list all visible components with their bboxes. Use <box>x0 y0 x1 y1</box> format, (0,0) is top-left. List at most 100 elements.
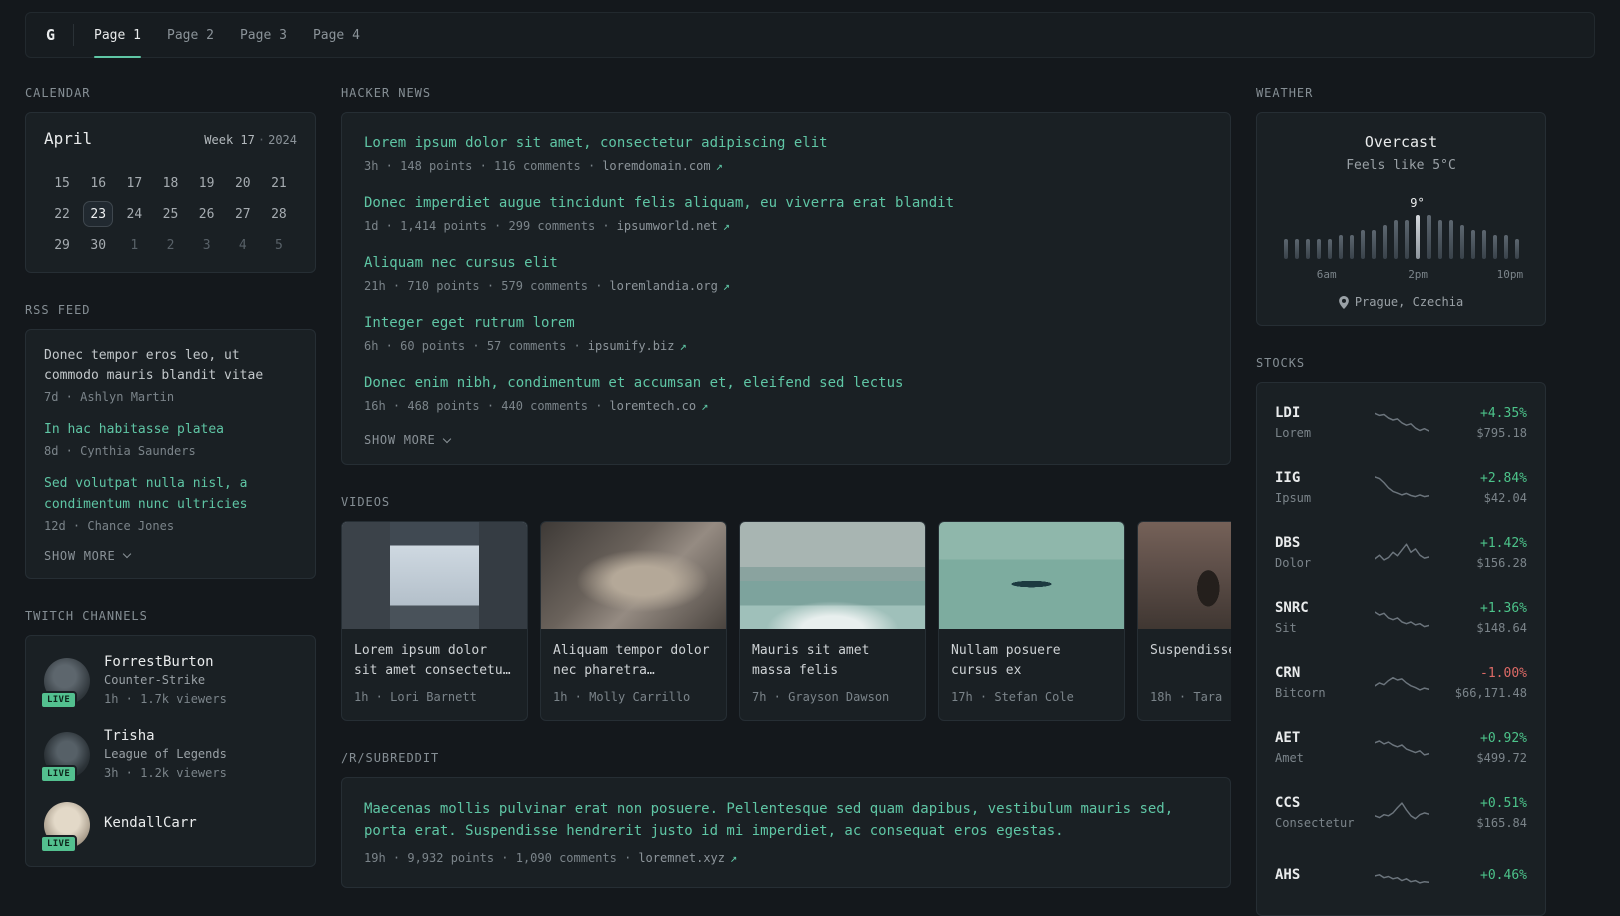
stock-values: +0.46% <box>1441 868 1527 886</box>
calendar-day: 26 <box>198 206 215 222</box>
rss-item-title[interactable]: Donec tempor eros leo, ut commodo mauris… <box>44 346 297 386</box>
hn-item-title[interactable]: Donec enim nibh, condimentum et accumsan… <box>364 373 1208 394</box>
page-tab[interactable]: Page 1 <box>94 13 141 58</box>
video-card[interactable]: Aliquam tempor dolor nec pharetra… 1h · … <box>540 521 727 721</box>
stock-id: LDI Lorem <box>1275 405 1363 442</box>
hn-item-domain-link[interactable]: loremlandia.org <box>609 279 730 293</box>
video-thumbnail[interactable] <box>740 522 925 629</box>
hn-show-more-button[interactable]: SHOW MORE <box>364 433 451 447</box>
live-badge: LIVE <box>40 690 78 709</box>
external-link-icon <box>723 279 730 293</box>
calendar-day: 30 <box>90 237 107 253</box>
weather-bar <box>1283 239 1288 259</box>
weather-bar: 9° <box>1410 196 1425 259</box>
video-thumbnail[interactable] <box>939 522 1124 629</box>
calendar-day: 3 <box>202 237 211 253</box>
weather-card: Overcast Feels like 5°C 9° 6am 2pm 10pm Pr… <box>1256 112 1546 326</box>
hn-item-title[interactable]: Donec imperdiet augue tincidunt felis al… <box>364 193 1208 214</box>
twitch-avatar: LIVE <box>40 731 90 783</box>
twitch-channel[interactable]: LIVE ForrestBurton Counter-Strike 1h · 1… <box>40 654 297 709</box>
page-tab[interactable]: Page 2 <box>167 13 214 57</box>
rss-item-title[interactable]: Sed volutpat nulla nisl, a condimentum n… <box>44 474 297 514</box>
weather-bar <box>1327 239 1332 259</box>
hn-item-stats: 6h · 60 points · 57 comments · <box>364 339 581 353</box>
stock-row[interactable]: SNRC Sit +1.36% $148.64 <box>1275 586 1527 651</box>
hn-item-meta: 6h · 60 points · 57 comments · ipsumify.b… <box>364 337 1208 355</box>
hn-item-title[interactable]: Aliquam nec cursus elit <box>364 253 1208 274</box>
video-thumbnail[interactable] <box>342 522 527 629</box>
stock-name: Consectetur <box>1275 816 1355 830</box>
videos-widget-title: VIDEOS <box>341 495 391 509</box>
hn-item-meta: 1d · 1,414 points · 299 comments · ipsumw… <box>364 217 1208 235</box>
stock-row[interactable]: DBS Dolor +1.42% $156.28 <box>1275 521 1527 586</box>
stock-values: +2.84% $42.04 <box>1441 471 1527 507</box>
video-card[interactable]: Nullam posuere cursus ex 17h · Stefan Co… <box>938 521 1125 721</box>
twitch-channel-name[interactable]: KendallCarr <box>104 815 197 831</box>
hn-item-stats: 21h · 710 points · 579 comments · <box>364 279 603 293</box>
twitch-channel-name[interactable]: Trisha <box>104 728 227 744</box>
twitch-channel[interactable]: LIVE KendallCarr <box>40 801 297 853</box>
hacker-news-card: Lorem ipsum dolor sit amet, consectetur … <box>341 112 1231 465</box>
twitch-avatar: LIVE <box>40 657 90 709</box>
weather-bar <box>1470 230 1475 259</box>
chevron-down-icon <box>122 549 131 559</box>
video-card[interactable]: Lorem ipsum dolor sit amet consectetu… 1… <box>341 521 528 721</box>
hn-item-title[interactable]: Integer eget rutrum lorem <box>364 313 1208 334</box>
video-thumbnail[interactable] <box>1138 522 1231 629</box>
rss-show-more-button[interactable]: SHOW MORE <box>44 549 131 563</box>
subreddit-post-domain-link[interactable]: loremnet.xyz <box>638 851 737 865</box>
calendar-day: 1 <box>130 237 139 253</box>
weather-bar <box>1448 220 1453 259</box>
video-title[interactable]: Suspendisse diam <box>1150 641 1231 682</box>
stock-row[interactable]: LDI Lorem +4.35% $795.18 <box>1275 391 1527 456</box>
calendar-day: 4 <box>238 237 247 253</box>
page-tab[interactable]: Page 3 <box>240 13 287 57</box>
calendar-day: 18 <box>162 175 179 191</box>
calendar-day: 5 <box>274 237 283 253</box>
stock-price: $165.84 <box>1476 815 1527 830</box>
twitch-channel-info: KendallCarr <box>104 815 197 834</box>
twitch-channel-name[interactable]: ForrestBurton <box>104 654 227 670</box>
hn-item-domain-link[interactable]: loremdomain.com <box>602 159 723 173</box>
page-tab[interactable]: Page 4 <box>313 13 360 57</box>
stock-name: Dolor <box>1275 556 1312 570</box>
video-meta: 7h · Grayson Dawson <box>752 690 890 704</box>
weather-bar <box>1481 230 1486 259</box>
stock-row[interactable]: AHS +0.46% <box>1275 846 1527 907</box>
video-card[interactable]: Mauris sit amet massa felis 7h · Grayson… <box>739 521 926 721</box>
video-body: Nullam posuere cursus ex 17h · Stefan Co… <box>939 629 1124 720</box>
stock-symbol: CRN <box>1275 665 1301 681</box>
video-meta: 17h · Stefan Cole <box>951 690 1074 704</box>
hn-item-domain-link[interactable]: ipsumworld.net <box>617 219 730 233</box>
stock-values: +1.36% $148.64 <box>1441 601 1527 637</box>
calendar-year: 2024 <box>268 133 297 147</box>
stock-row[interactable]: IIG Ipsum +2.84% $42.04 <box>1275 456 1527 521</box>
hn-item-domain-link[interactable]: loremtech.co <box>609 399 708 413</box>
weather-location: Prague, Czechia <box>1275 295 1527 309</box>
calendar-day: 16 <box>90 175 107 191</box>
stock-values: -1.00% $66,171.48 <box>1441 666 1527 702</box>
videos-row: Lorem ipsum dolor sit amet consectetu… 1… <box>341 521 1231 721</box>
stock-row[interactable]: CRN Bitcorn -1.00% $66,171.48 <box>1275 651 1527 716</box>
stock-row[interactable]: AET Amet +0.92% $499.72 <box>1275 716 1527 781</box>
stock-row[interactable]: CCS Consectetur +0.51% $165.84 <box>1275 781 1527 846</box>
page-tab-label: Page 4 <box>312 27 360 43</box>
stock-name: Bitcorn <box>1275 686 1326 700</box>
video-card[interactable]: Suspendisse diam 18h · Tara <box>1137 521 1231 721</box>
weather-bar <box>1514 239 1519 259</box>
video-title[interactable]: Aliquam tempor dolor nec pharetra… <box>553 641 714 682</box>
video-title[interactable]: Lorem ipsum dolor sit amet consectetu… <box>354 641 515 682</box>
video-thumbnail[interactable] <box>541 522 726 629</box>
stock-change: +0.92% <box>1480 730 1527 746</box>
stock-price: $42.04 <box>1483 490 1527 505</box>
video-title[interactable]: Nullam posuere cursus ex <box>951 641 1112 682</box>
twitch-channel[interactable]: LIVE Trisha League of Legends 3h · 1.2k … <box>40 728 297 783</box>
stock-sparkline <box>1375 407 1429 440</box>
hn-item: Lorem ipsum dolor sit amet, consectetur … <box>364 133 1208 175</box>
hn-item-title[interactable]: Lorem ipsum dolor sit amet, consectetur … <box>364 133 1208 154</box>
twitch-channel-viewers: 1h · 1.7k viewers <box>104 691 227 706</box>
rss-item-title[interactable]: In hac habitasse platea <box>44 420 297 440</box>
hn-item-domain-link[interactable]: ipsumify.biz <box>588 339 687 353</box>
subreddit-post-title[interactable]: Maecenas mollis pulvinar erat non posuer… <box>364 798 1208 843</box>
video-title[interactable]: Mauris sit amet massa felis <box>752 641 913 682</box>
